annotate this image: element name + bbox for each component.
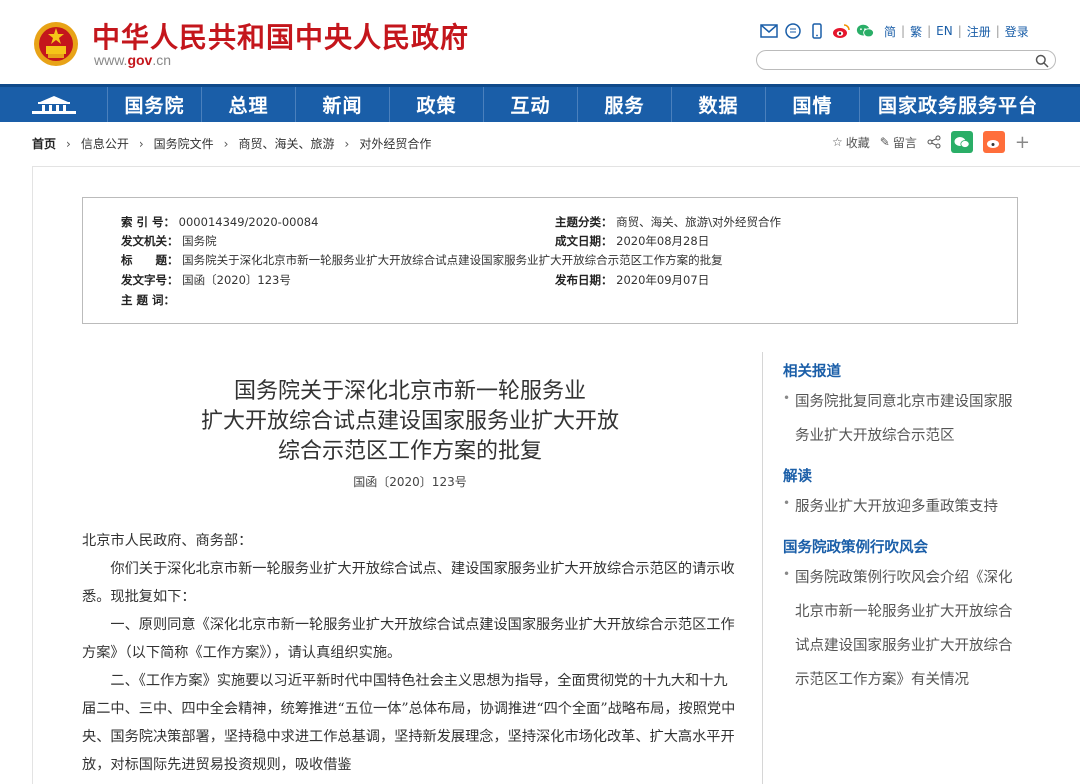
national-emblem-icon[interactable] [32, 18, 80, 70]
site-title[interactable]: 中华人民共和国中央人民政府 [92, 16, 469, 56]
wechat-icon[interactable] [856, 22, 874, 40]
meta-title-row: 标 题： 国务院关于深化北京市新一轮服务业扩大开放综合试点建设国家服务业扩大开放… [121, 252, 723, 268]
meta-keywords-row: 主 题 词： [121, 292, 175, 308]
breadcrumb: 首页 › 信息公开 › 国务院文件 › 商贸、海关、旅游 › 对外经贸合作 [32, 135, 431, 152]
link-traditional[interactable]: 繁 [910, 23, 922, 40]
interpretation-link[interactable]: 服务业扩大开放迎多重政策支持 [783, 486, 1022, 524]
meta-date-value: 2020年08月28日 [616, 234, 710, 248]
top-toolbar: 简 | 繁 | EN | 注册 | 登录 [760, 22, 1029, 40]
wechat-share-icon[interactable] [950, 131, 973, 153]
link-login[interactable]: 登录 [1005, 23, 1029, 40]
meta-topic-label: 主题分类： [555, 215, 613, 229]
meta-docno-value: 国函〔2020〕123号 [182, 273, 291, 287]
nav-item-national-info[interactable]: 国情 [766, 87, 860, 122]
link-english[interactable]: EN [936, 24, 953, 38]
meta-date-label: 成文日期： [555, 234, 613, 248]
article-title-line: 综合示范区工作方案的批复 [277, 439, 542, 464]
article-title-line: 国务院关于深化北京市新一轮服务业 [233, 379, 586, 404]
meta-pubdate-row: 发布日期： 2020年09月07日 [555, 272, 709, 288]
chevron-right-icon: › [66, 136, 71, 151]
weibo-icon[interactable] [832, 22, 850, 40]
meta-date-row: 成文日期： 2020年08月28日 [555, 233, 709, 249]
site-url-suffix: .cn [152, 52, 172, 68]
article-paragraph: 你们关于深化北京市新一轮服务业扩大开放综合试点、建设国家服务业扩大开放综合示范区… [82, 561, 735, 605]
mobile-icon[interactable] [808, 22, 826, 40]
meta-topic-value: 商贸、海关、旅游\对外经贸合作 [616, 215, 782, 229]
share-icon[interactable] [927, 135, 941, 149]
meta-issuer-row: 发文机关： 国务院 [121, 233, 217, 249]
breadcrumb-item-foreign-trade[interactable]: 对外经贸合作 [359, 135, 431, 152]
site-url[interactable]: www.gov.cn [94, 52, 171, 68]
breadcrumb-item-info-disclosure[interactable]: 信息公开 [81, 135, 129, 152]
star-icon: ☆ [832, 135, 843, 149]
meta-pubdate-label: 发布日期： [555, 273, 613, 287]
nav-item-service-platform[interactable]: 国家政务服务平台 [860, 87, 1056, 122]
more-share-icon[interactable]: + [1015, 132, 1030, 153]
document-meta-table: 索 引 号： 000014349/2020-00084 主题分类： 商贸、海关、… [82, 197, 1018, 324]
chevron-right-icon: › [138, 136, 144, 151]
nav-item-policy[interactable]: 政策 [390, 87, 484, 122]
pen-icon: ✎ [879, 135, 890, 149]
meta-pubdate-value: 2020年09月07日 [616, 273, 710, 287]
site-url-brand: gov [127, 52, 153, 68]
search-box [756, 50, 1056, 71]
meta-index-value: 000014349/2020-00084 [178, 215, 319, 229]
meta-topic-row: 主题分类： 商贸、海关、旅游\对外经贸合作 [555, 214, 781, 230]
site-url-prefix: www. [94, 52, 128, 68]
article-paragraph: 一、原则同意《深化北京市新一轮服务业扩大开放综合试点建设国家服务业扩大开放综合示… [82, 617, 735, 661]
article-paragraph: 二、《工作方案》实施要以习近平新时代中国特色社会主义思想为指导，全面贯彻党的十九… [82, 673, 736, 773]
chevron-right-icon: › [223, 136, 229, 151]
meta-keywords-label: 主 题 词： [121, 293, 176, 307]
interpretation-heading: 解读 [783, 468, 812, 485]
link-register[interactable]: 注册 [967, 23, 991, 40]
meta-index-label: 索 引 号： [121, 215, 176, 229]
article-doc-number: 国函〔2020〕123号 [353, 475, 467, 489]
meta-issuer-value: 国务院 [182, 234, 217, 248]
meta-docno-label: 发文字号： [121, 273, 179, 287]
related-sidebar: 相关报道 国务院批复同意北京市建设国家服务业扩大开放综合示范区 解读 服务业扩大… [762, 352, 1022, 784]
weibo-share-icon[interactable] [982, 131, 1005, 153]
nav-item-premier[interactable]: 总理 [202, 87, 296, 122]
meta-title-label: 标 题： [121, 253, 179, 267]
meta-issuer-label: 发文机关： [121, 234, 179, 248]
nav-item-state-council[interactable]: 国务院 [108, 87, 202, 122]
breadcrumb-home[interactable]: 首页 [32, 135, 56, 152]
site-header: 中华人民共和国中央人民政府 www.gov.cn 简 | 繁 | EN | 注册 | 登… [0, 0, 1080, 84]
language-and-account-links: 简 | 繁 | EN | 注册 | 登录 [884, 23, 1029, 40]
comment-button[interactable]: ✎ 留言 [880, 134, 917, 151]
search-input[interactable] [767, 53, 1037, 71]
related-reports-heading: 相关报道 [783, 363, 841, 380]
policy-briefing-heading: 国务院政策例行吹风会 [783, 539, 928, 556]
search-icon[interactable] [1035, 53, 1049, 68]
nav-item-services[interactable]: 服务 [578, 87, 672, 122]
meta-title-value: 国务院关于深化北京市新一轮服务业扩大开放综合试点建设国家服务业扩大开放综合示范区… [182, 253, 723, 267]
meta-index-row: 索 引 号： 000014349/2020-00084 [121, 214, 318, 230]
nav-item-data[interactable]: 数据 [672, 87, 766, 122]
mail-icon[interactable] [760, 22, 778, 40]
nav-item-news[interactable]: 新闻 [296, 87, 390, 122]
nav-home-icon[interactable] [0, 87, 108, 122]
chevron-right-icon: › [344, 136, 350, 151]
main-nav: 国务院 总理 新闻 政策 互动 服务 数据 国情 国家政务服务平台 [0, 84, 1080, 122]
article-salutation: 北京市人民政府、商务部： [82, 533, 253, 549]
meta-docno-row: 发文字号： 国函〔2020〕123号 [121, 272, 291, 288]
article-title-line: 扩大开放综合试点建设国家服务业扩大开放 [200, 409, 619, 434]
breadcrumb-item-trade-customs-tourism[interactable]: 商贸、海关、旅游 [238, 135, 334, 152]
article-tools: ☆ 收藏 ✎ 留言 + [832, 131, 1030, 153]
article-title: 国务院关于深化北京市新一轮服务业 扩大开放综合试点建设国家服务业扩大开放 综合示… [140, 377, 680, 467]
related-report-link[interactable]: 国务院批复同意北京市建设国家服务业扩大开放综合示范区 [783, 381, 1022, 453]
nav-item-interaction[interactable]: 互动 [484, 87, 578, 122]
policy-briefing-link[interactable]: 国务院政策例行吹风会介绍《深化北京市新一轮服务业扩大开放综合试点建设国家服务业扩… [783, 557, 1022, 697]
favorite-button[interactable]: ☆ 收藏 [832, 134, 870, 151]
favorite-label: 收藏 [845, 135, 870, 150]
breadcrumb-item-state-council-docs[interactable]: 国务院文件 [154, 135, 214, 152]
chat-icon[interactable] [784, 22, 802, 40]
article-body: 北京市人民政府、商务部： 你们关于深化北京市新一轮服务业扩大开放综合试点、建设国… [82, 527, 738, 779]
link-simplified[interactable]: 简 [884, 23, 896, 40]
comment-label: 留言 [892, 135, 917, 150]
